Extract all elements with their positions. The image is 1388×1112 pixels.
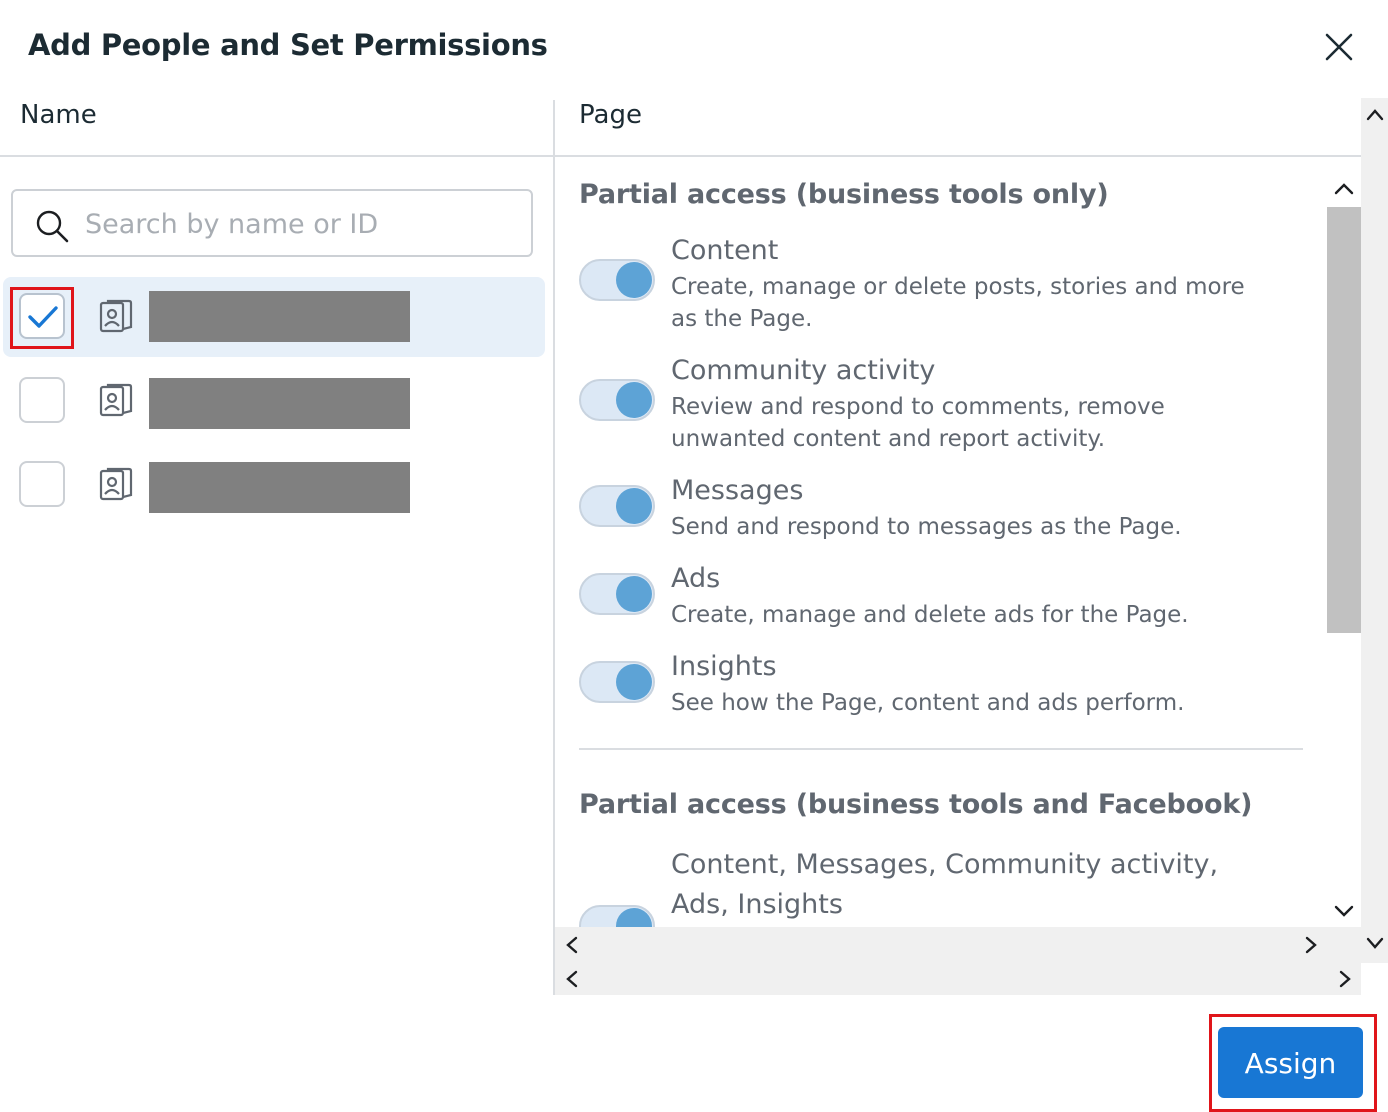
person-checkbox[interactable] [19, 461, 65, 507]
scroll-left-icon[interactable] [565, 970, 579, 988]
person-row[interactable] [3, 361, 545, 441]
search-icon [36, 210, 69, 243]
permission-name: Content, Messages, Community activity, A… [671, 849, 1219, 920]
scroll-up-icon[interactable] [1365, 108, 1385, 122]
permission-description: Send and respond to messages as the Page… [671, 514, 1182, 540]
outer-horizontal-scrollbar[interactable] [555, 961, 1361, 995]
permission-name: Messages [671, 475, 804, 506]
permission-toggle[interactable] [579, 573, 655, 615]
permission-name: Content [671, 235, 779, 266]
permission-toggle[interactable] [579, 905, 655, 927]
search-box [11, 189, 533, 257]
permissions-pane: Partial access (business tools only) Con… [555, 157, 1327, 927]
search-input[interactable] [83, 203, 517, 245]
toggle-knob [616, 262, 652, 298]
person-name-redacted [149, 291, 410, 342]
close-button[interactable] [1320, 28, 1358, 66]
permission-toggle[interactable] [579, 379, 655, 421]
permission-description: Review and respond to comments, remove u… [671, 394, 1165, 452]
checkbox-highlight [10, 287, 74, 349]
scroll-right-icon[interactable] [1338, 970, 1352, 988]
person-name-redacted [149, 378, 410, 429]
dialog-title: Add People and Set Permissions [28, 28, 548, 62]
section-title: Partial access (business tools and Faceb… [579, 789, 1253, 820]
permission-name: Community activity [671, 355, 936, 386]
scroll-up-icon[interactable] [1333, 182, 1355, 196]
person-badge-icon [99, 383, 133, 417]
permission-name: Insights [671, 651, 777, 682]
scroll-left-icon[interactable] [565, 936, 579, 954]
person-checkbox[interactable] [19, 377, 65, 423]
outer-vertical-scrollbar[interactable] [1361, 98, 1388, 963]
permission-toggle[interactable] [579, 661, 655, 703]
section-title: Partial access (business tools only) [579, 179, 1109, 210]
close-icon [1325, 33, 1353, 61]
toggle-knob [616, 664, 652, 700]
person-row[interactable] [3, 445, 545, 525]
name-column-header: Name [20, 100, 97, 130]
permission-description: Create, manage or delete posts, stories … [671, 274, 1245, 332]
scroll-down-icon[interactable] [1365, 936, 1385, 950]
toggle-knob [616, 382, 652, 418]
inner-horizontal-scrollbar[interactable] [555, 927, 1361, 961]
permission-name: Ads [671, 563, 721, 594]
scroll-down-icon[interactable] [1333, 904, 1355, 918]
person-badge-icon [99, 299, 133, 333]
scrollbar-thumb[interactable] [1327, 207, 1361, 633]
person-name-redacted [149, 462, 410, 513]
toggle-knob [616, 488, 652, 524]
assign-button-highlight [1209, 1014, 1377, 1112]
permission-toggle[interactable] [579, 259, 655, 301]
inner-vertical-scrollbar[interactable] [1327, 174, 1361, 927]
toggle-knob [616, 908, 652, 927]
permission-description: Create, manage and delete ads for the Pa… [671, 602, 1189, 628]
toggle-knob [616, 576, 652, 612]
page-column-header: Page [579, 100, 642, 130]
section-separator [579, 748, 1303, 750]
permission-toggle[interactable] [579, 485, 655, 527]
permission-description: See how the Page, content and ads perfor… [671, 690, 1185, 716]
person-badge-icon [99, 467, 133, 501]
scroll-right-icon[interactable] [1304, 936, 1318, 954]
person-row[interactable] [3, 277, 545, 357]
